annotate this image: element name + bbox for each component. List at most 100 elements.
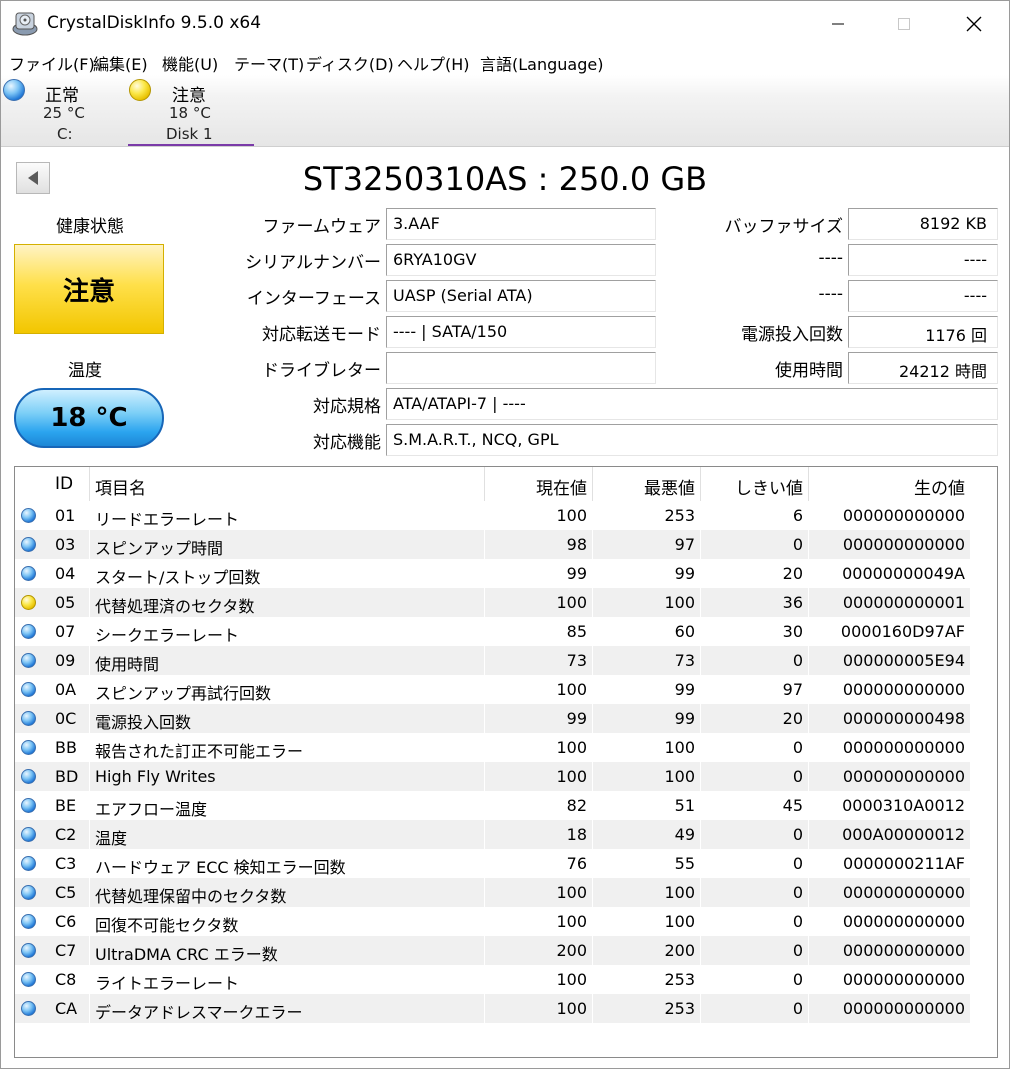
firmware-label: ファームウェア	[262, 217, 382, 237]
row-current: 100	[556, 912, 587, 931]
row-worst: 253	[664, 999, 695, 1018]
smart-table[interactable]: ID 項目名 現在値 最悪値 しきい値 生の値 01 リードエラーレート 100 25…	[14, 466, 998, 1058]
table-row[interactable]: 03 スピンアップ時間 98 97 0 000000000000	[15, 530, 970, 559]
header-current[interactable]: 現在値	[490, 467, 587, 501]
close-icon	[966, 16, 982, 32]
column-divider	[89, 617, 90, 646]
header-name[interactable]: 項目名	[95, 467, 146, 501]
menu-disk[interactable]: ディスク(D)	[306, 51, 394, 75]
table-row[interactable]: BB 報告された訂正不可能エラー 100 100 0 000000000000	[15, 733, 970, 762]
menu-language[interactable]: 言語(Language)	[480, 51, 603, 75]
column-divider	[89, 704, 90, 733]
row-current: 100	[556, 680, 587, 699]
row-id: C8	[55, 970, 77, 989]
column-divider	[808, 646, 809, 675]
status-good-icon	[21, 856, 36, 871]
active-tab-indicator	[128, 144, 254, 146]
column-divider	[89, 501, 90, 530]
table-row[interactable]: 05 代替処理済のセクタ数 100 100 36 000000000001	[15, 588, 970, 617]
column-divider	[484, 704, 485, 733]
row-id: 05	[55, 593, 76, 612]
menu-file[interactable]: ファイル(F)	[9, 51, 95, 75]
column-divider	[592, 559, 593, 588]
row-current: 100	[556, 738, 587, 757]
row-worst: 55	[674, 854, 695, 873]
table-row[interactable]: C8 ライトエラーレート 100 253 0 000000000000	[15, 965, 970, 994]
menu-edit[interactable]: 編集(E)	[93, 51, 148, 75]
features-label: 対応機能	[313, 433, 381, 453]
column-divider	[484, 588, 485, 617]
column-divider	[89, 675, 90, 704]
table-row[interactable]: CA データアドレスマークエラー 100 253 0 000000000000	[15, 994, 970, 1023]
row-worst: 100	[664, 767, 695, 786]
row-raw: 0000310A0012	[842, 796, 965, 815]
row-current: 200	[556, 941, 587, 960]
column-divider	[808, 675, 809, 704]
row-threshold: 36	[782, 593, 803, 612]
menu-help[interactable]: ヘルプ(H)	[397, 51, 470, 75]
column-divider	[592, 588, 593, 617]
table-row[interactable]: 09 使用時間 73 73 0 000000005E94	[15, 646, 970, 675]
header-raw[interactable]: 生の値	[814, 467, 965, 501]
row-id: C2	[55, 825, 77, 844]
column-divider	[808, 994, 809, 1023]
close-button[interactable]	[951, 1, 997, 47]
row-raw: 000000000000	[842, 912, 965, 931]
previous-disk-button[interactable]	[16, 162, 50, 194]
table-row[interactable]: 0C 電源投入回数 99 99 20 000000000498	[15, 704, 970, 733]
header-id[interactable]: ID	[55, 467, 73, 501]
table-row[interactable]: 0A スピンアップ再試行回数 100 99 97 000000000000	[15, 675, 970, 704]
column-divider	[484, 762, 485, 791]
health-status-button[interactable]: 注意	[14, 244, 164, 334]
table-row[interactable]: C6 回復不可能セクタ数 100 100 0 000000000000	[15, 907, 970, 936]
column-divider	[484, 530, 485, 559]
menu-theme[interactable]: テーマ(T)	[234, 51, 304, 75]
table-row[interactable]: BE エアフロー温度 82 51 45 0000310A0012	[15, 791, 970, 820]
table-row[interactable]: C5 代替処理保留中のセクタ数 100 100 0 000000000000	[15, 878, 970, 907]
row-current: 100	[556, 506, 587, 525]
table-row[interactable]: C2 温度 18 49 0 000A00000012	[15, 820, 970, 849]
column-divider	[592, 994, 593, 1023]
main-panel: ST3250310AS : 250.0 GB 健康状態 注意 温度 18 °C …	[1, 148, 1009, 1068]
maximize-button[interactable]	[881, 1, 927, 47]
column-divider	[89, 646, 90, 675]
column-divider	[700, 559, 701, 588]
table-row[interactable]: 07 シークエラーレート 85 60 30 0000160D97AF	[15, 617, 970, 646]
status-good-icon	[21, 537, 36, 552]
status-good-icon	[21, 972, 36, 987]
row-name: 代替処理保留中のセクタ数	[95, 887, 287, 906]
menu-function[interactable]: 機能(U)	[162, 51, 218, 75]
status-good-icon	[21, 508, 36, 523]
disk-tab-c[interactable]: 正常 25 °C C:	[1, 75, 127, 147]
row-raw: 000000005E94	[842, 651, 965, 670]
table-row[interactable]: BD High Fly Writes 100 100 0 000000000000	[15, 762, 970, 791]
header-divider	[808, 467, 809, 501]
row-raw: 000000000000	[842, 535, 965, 554]
table-row[interactable]: 01 リードエラーレート 100 253 6 000000000000	[15, 501, 970, 530]
header-threshold[interactable]: しきい値	[706, 467, 803, 501]
column-divider	[700, 733, 701, 762]
row-worst: 73	[674, 651, 695, 670]
header-worst[interactable]: 最悪値	[598, 467, 695, 501]
table-row[interactable]: 04 スタート/ストップ回数 99 99 20 00000000049A	[15, 559, 970, 588]
row-name: エアフロー温度	[95, 800, 208, 819]
row-worst: 49	[674, 825, 695, 844]
column-divider	[700, 675, 701, 704]
disk-tab-disk1[interactable]: 注意 18 °C Disk 1	[128, 75, 254, 147]
column-divider	[89, 936, 90, 965]
status-good-icon	[21, 1001, 36, 1016]
status-good-icon	[21, 827, 36, 842]
title-bar: CrystalDiskInfo 9.5.0 x64	[1, 1, 1009, 47]
row-name: High Fly Writes	[95, 767, 216, 786]
column-divider	[484, 501, 485, 530]
row-raw: 000000000000	[842, 941, 965, 960]
column-divider	[700, 501, 701, 530]
row-current: 100	[556, 593, 587, 612]
table-row[interactable]: C7 UltraDMA CRC エラー数 200 200 0 000000000000	[15, 936, 970, 965]
column-divider	[484, 617, 485, 646]
column-divider	[808, 617, 809, 646]
minimize-button[interactable]	[815, 1, 861, 47]
table-row[interactable]: C3 ハードウェア ECC 検知エラー回数 76 55 0 0000000211AF	[15, 849, 970, 878]
status-good-icon	[21, 740, 36, 755]
row-name: 電源投入回数	[95, 713, 192, 732]
